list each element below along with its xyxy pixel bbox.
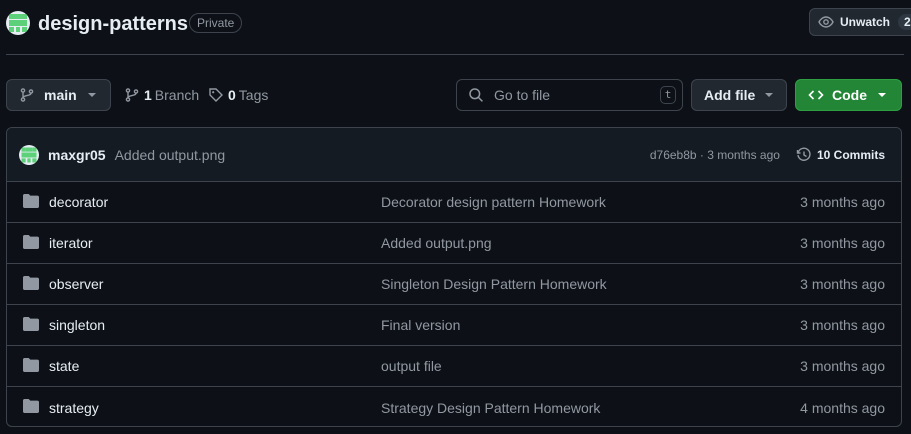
tags-link[interactable]: 0 Tags bbox=[208, 87, 268, 103]
branch-label: Branch bbox=[154, 87, 200, 103]
file-commit-message[interactable]: Singleton Design Pattern Homework bbox=[381, 276, 607, 292]
add-file-button[interactable]: Add file bbox=[691, 79, 787, 111]
file-row[interactable]: observer Singleton Design Pattern Homewo… bbox=[7, 264, 901, 305]
tag-icon bbox=[208, 87, 224, 103]
chevron-down-icon bbox=[764, 92, 774, 98]
file-row[interactable]: decorator Decorator design pattern Homew… bbox=[7, 182, 901, 223]
file-name[interactable]: singleton bbox=[49, 317, 105, 333]
file-commit-message[interactable]: Added output.png bbox=[381, 235, 492, 251]
file-commit-date: 3 months ago bbox=[800, 194, 885, 210]
folder-icon bbox=[23, 276, 39, 290]
commits-count-label: 10 Commits bbox=[816, 148, 885, 162]
file-commit-date: 3 months ago bbox=[800, 358, 885, 374]
search-icon bbox=[468, 87, 484, 103]
identicon-icon bbox=[6, 11, 30, 35]
file-row[interactable]: iterator Added output.png 3 months ago bbox=[7, 223, 901, 264]
file-browser: maxgr05 Added output.png d76eb8b · 3 mon… bbox=[6, 127, 902, 427]
commit-message[interactable]: Added output.png bbox=[115, 147, 226, 163]
keyboard-shortcut-hint: t bbox=[660, 86, 676, 104]
file-commit-message[interactable]: output file bbox=[381, 358, 442, 374]
branches-link[interactable]: 1 Branch bbox=[124, 87, 199, 103]
history-icon bbox=[796, 147, 812, 163]
repo-owner-avatar[interactable] bbox=[6, 11, 30, 35]
file-name[interactable]: observer bbox=[49, 276, 103, 292]
branch-name: main bbox=[44, 87, 77, 103]
file-name[interactable]: state bbox=[49, 358, 79, 374]
commit-author-avatar[interactable] bbox=[19, 144, 39, 165]
identicon-icon bbox=[19, 144, 39, 165]
tag-label: Tags bbox=[238, 87, 269, 103]
eye-icon bbox=[818, 14, 834, 30]
code-icon bbox=[808, 87, 824, 103]
file-name[interactable]: decorator bbox=[49, 194, 108, 210]
file-commit-date: 3 months ago bbox=[800, 235, 885, 251]
folder-icon bbox=[23, 358, 39, 372]
file-row[interactable]: state output file 3 months ago bbox=[7, 346, 901, 387]
go-to-file-input[interactable]: Go to file t bbox=[456, 79, 683, 111]
visibility-badge: Private bbox=[189, 13, 243, 33]
watcher-count: 2 bbox=[898, 14, 911, 30]
commit-author[interactable]: maxgr05 bbox=[48, 147, 106, 163]
repo-name[interactable]: design-patterns bbox=[38, 11, 188, 37]
branch-count: 1 bbox=[144, 87, 152, 103]
file-row[interactable]: strategy Strategy Design Pattern Homewor… bbox=[7, 387, 901, 426]
branch-selector-button[interactable]: main bbox=[6, 79, 111, 111]
file-name[interactable]: strategy bbox=[49, 400, 99, 416]
file-name[interactable]: iterator bbox=[49, 235, 93, 251]
file-commit-message[interactable]: Strategy Design Pattern Homework bbox=[381, 400, 600, 416]
unwatch-button[interactable]: Unwatch 2 bbox=[809, 8, 911, 36]
git-branch-icon bbox=[19, 87, 35, 103]
add-file-label: Add file bbox=[704, 87, 756, 103]
latest-commit-bar: maxgr05 Added output.png d76eb8b · 3 mon… bbox=[7, 128, 901, 182]
header-divider bbox=[6, 54, 904, 55]
file-commit-date: 4 months ago bbox=[800, 399, 885, 416]
file-commit-message[interactable]: Final version bbox=[381, 317, 460, 333]
code-label: Code bbox=[832, 87, 867, 103]
tag-count: 0 bbox=[228, 87, 236, 103]
file-commit-message[interactable]: Decorator design pattern Homework bbox=[381, 194, 606, 210]
file-commit-date: 3 months ago bbox=[800, 317, 885, 333]
folder-icon bbox=[23, 399, 39, 413]
go-to-file-placeholder: Go to file bbox=[494, 87, 551, 103]
code-button[interactable]: Code bbox=[795, 79, 902, 111]
file-row[interactable]: singleton Final version 3 months ago bbox=[7, 305, 901, 346]
commit-hash-and-time[interactable]: d76eb8b · 3 months ago bbox=[650, 148, 780, 162]
unwatch-label: Unwatch bbox=[840, 15, 891, 29]
folder-icon bbox=[23, 235, 39, 249]
file-commit-date: 3 months ago bbox=[800, 276, 885, 292]
git-branch-icon bbox=[124, 87, 140, 103]
chevron-down-icon bbox=[877, 92, 887, 98]
chevron-down-icon bbox=[87, 92, 97, 98]
folder-icon bbox=[23, 194, 39, 208]
commits-history-link[interactable]: 10 Commits bbox=[796, 147, 885, 163]
folder-icon bbox=[23, 317, 39, 331]
